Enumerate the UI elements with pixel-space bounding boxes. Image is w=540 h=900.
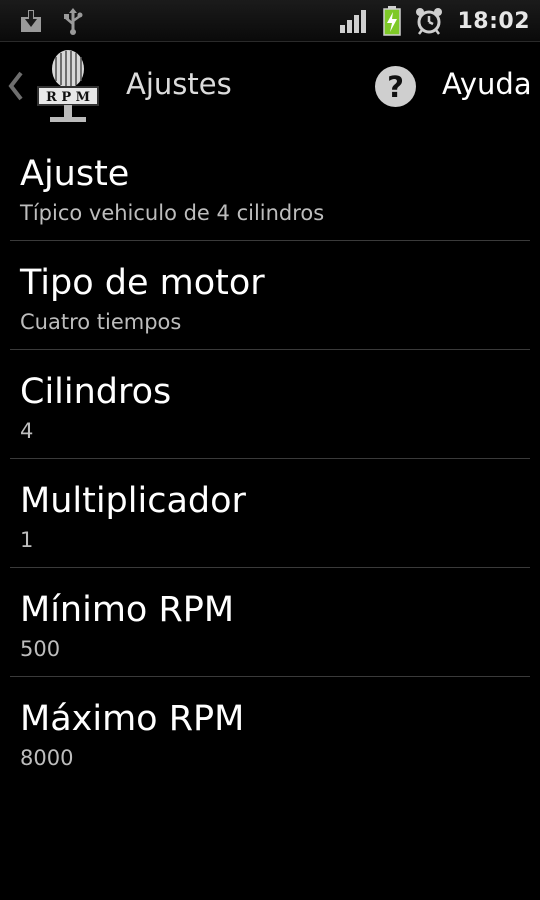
system-icons: 18:02 [339, 6, 530, 36]
battery-charging-icon [383, 6, 402, 36]
signal-icon [340, 10, 367, 33]
notification-icons [18, 8, 84, 36]
setting-summary: 4 [20, 419, 34, 443]
setting-summary: Típico vehiculo de 4 cilindros [20, 201, 325, 225]
action-bar: R P M Ajustes ? Ayuda [0, 43, 540, 129]
status-clock: 18:02 [457, 8, 530, 34]
page-title: Ajustes [126, 67, 232, 101]
setting-multiplier[interactable]: Multiplicador 1 [0, 459, 540, 568]
setting-summary: 500 [20, 637, 61, 661]
app-logo-microphone-icon[interactable]: R P M [36, 47, 100, 127]
setting-min-rpm[interactable]: Mínimo RPM 500 [0, 568, 540, 677]
status-bar: 18:02 [0, 0, 540, 42]
setting-summary: Cuatro tiempos [20, 310, 182, 334]
setting-title: Ajuste [20, 154, 130, 194]
back-chevron-icon[interactable] [6, 69, 26, 103]
setting-summary: 8000 [20, 746, 74, 770]
settings-list: Ajuste Típico vehiculo de 4 cilindros Ti… [0, 132, 540, 786]
logo-text: R P M [46, 90, 90, 105]
download-icon [21, 10, 41, 32]
setting-max-rpm[interactable]: Máximo RPM 8000 [0, 677, 540, 786]
alarm-icon [416, 8, 443, 35]
setting-title: Tipo de motor [20, 263, 265, 303]
setting-cylinders[interactable]: Cilindros 4 [0, 350, 540, 459]
help-icon[interactable]: ? [375, 66, 416, 107]
setting-title: Multiplicador [20, 481, 246, 521]
setting-title: Cilindros [20, 372, 172, 412]
setting-preset[interactable]: Ajuste Típico vehiculo de 4 cilindros [0, 132, 540, 241]
help-button[interactable]: Ayuda [442, 67, 532, 101]
setting-engine-type[interactable]: Tipo de motor Cuatro tiempos [0, 241, 540, 350]
setting-summary: 1 [20, 528, 34, 552]
setting-title: Mínimo RPM [20, 590, 235, 630]
setting-title: Máximo RPM [20, 699, 245, 739]
usb-icon [64, 8, 83, 35]
